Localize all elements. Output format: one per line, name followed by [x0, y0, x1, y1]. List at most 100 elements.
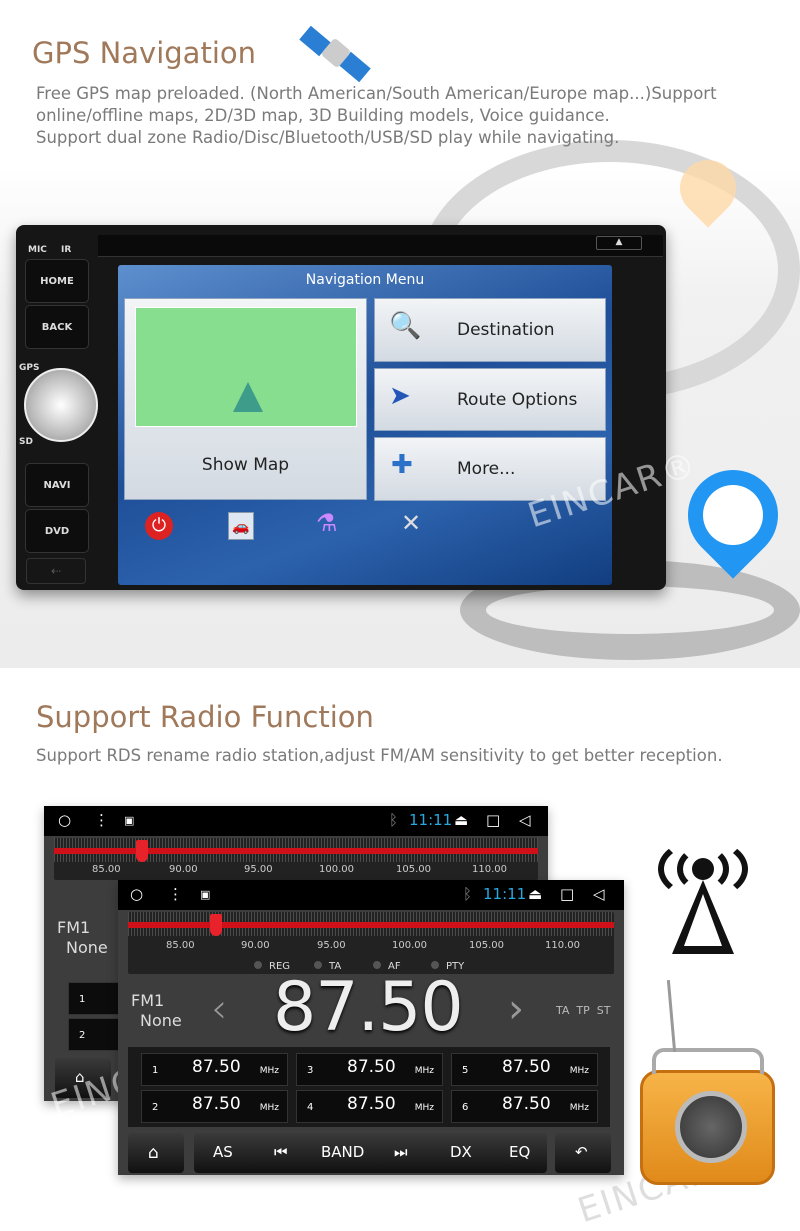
- gps-label: GPS: [19, 363, 40, 373]
- scale-label: 95.00: [244, 864, 273, 875]
- radio-description: Support RDS rename radio station,adjust …: [36, 746, 723, 765]
- rds-flags: TA TP ST: [556, 1004, 611, 1017]
- volume-knob[interactable]: [24, 368, 98, 442]
- power-icon[interactable]: ⏻: [145, 512, 173, 540]
- gps-description-line: Support dual zone Radio/Disc/Bluetooth/U…: [36, 128, 620, 147]
- back-nav-icon[interactable]: ◁: [593, 885, 605, 903]
- radio-tower-icon: [650, 838, 755, 958]
- usb-port-icon: ⇠: [26, 558, 86, 584]
- tuner-scale[interactable]: 85.00 90.00 95.00 100.00 105.00 110.00: [54, 838, 538, 880]
- scale-label: 90.00: [241, 940, 270, 951]
- tuner-scale[interactable]: 85.00 90.00 95.00 100.00 105.00 110.00 R…: [128, 912, 614, 974]
- status-bar: ○ ⋮ ▣ ᛒ 11:11 ⏏ □ ◁: [118, 880, 624, 910]
- image-icon: ▣: [124, 814, 135, 827]
- prev-track-icon[interactable]: ⏮: [274, 1143, 288, 1161]
- flask-icon[interactable]: ⚗: [316, 509, 338, 537]
- more-label: More...: [457, 459, 516, 479]
- navigation-menu-title: Navigation Menu: [305, 272, 425, 288]
- preset-button[interactable]: 5 87.50 MHz: [451, 1053, 598, 1086]
- prev-station-button[interactable]: ‹: [211, 986, 227, 1032]
- home-icon: ⌂: [148, 1143, 159, 1163]
- menu-dots-icon[interactable]: ⋮: [168, 885, 183, 903]
- eq-button[interactable]: EQ: [509, 1143, 530, 1161]
- navi-button[interactable]: NAVI: [25, 463, 89, 507]
- gps-description-line: Free GPS map preloaded. (North American/…: [36, 84, 717, 103]
- radio-screen: ○ ⋮ ▣ ᛒ 11:11 ⏏ □ ◁ 85.00 90.00 95.00 10…: [118, 880, 624, 1175]
- position-arrow-icon: [233, 382, 263, 412]
- route-icon: ➤: [389, 381, 411, 411]
- next-track-icon[interactable]: ⏭: [394, 1143, 408, 1161]
- station-label: None: [66, 938, 108, 957]
- tools-icon[interactable]: ✕: [401, 509, 421, 537]
- band-label: FM1: [57, 918, 91, 937]
- dvd-button[interactable]: DVD: [25, 509, 89, 553]
- eject-icon[interactable]: ⏏: [528, 885, 542, 903]
- scale-label: 85.00: [92, 864, 121, 875]
- traffic-icon[interactable]: 🚗: [228, 512, 254, 540]
- scale-label: 105.00: [396, 864, 431, 875]
- puzzle-icon: ✚: [391, 450, 413, 480]
- preset-button[interactable]: 3 87.50 MHz: [296, 1053, 443, 1086]
- band-label: FM1: [131, 991, 165, 1010]
- image-icon: ▣: [200, 888, 211, 901]
- magnifier-icon: 🔍: [389, 311, 422, 341]
- sd-label: SD: [19, 437, 33, 447]
- back-nav-icon[interactable]: ◁: [519, 811, 531, 829]
- return-icon: ↶: [575, 1143, 588, 1161]
- back-button[interactable]: BACK: [25, 305, 89, 349]
- bluetooth-icon: ᛒ: [463, 885, 473, 903]
- return-button[interactable]: ↶: [555, 1133, 611, 1173]
- satellite-icon: [299, 18, 372, 83]
- as-button[interactable]: AS: [213, 1143, 233, 1161]
- radio-antenna: [666, 980, 677, 1052]
- control-bar: AS ⏮ BAND ⏭ DX EQ: [194, 1133, 547, 1173]
- gps-title: GPS Navigation: [32, 36, 256, 70]
- scale-label: 110.00: [472, 864, 507, 875]
- preset-button[interactable]: 2 87.50 MHz: [141, 1090, 288, 1123]
- bluetooth-icon: ᛒ: [389, 811, 399, 829]
- circle-icon[interactable]: ○: [58, 811, 71, 829]
- scale-label: 100.00: [392, 940, 427, 951]
- route-options-label: Route Options: [457, 389, 578, 410]
- home-button[interactable]: ⌂: [128, 1133, 184, 1173]
- preset-panel: 1 87.50 MHz 2 87.50 MHz 3 87.50 MHz 4 87.50 MHz …: [128, 1047, 610, 1127]
- show-map-label: Show Map: [201, 455, 290, 475]
- eject-button[interactable]: ▲: [596, 236, 642, 250]
- preset-button[interactable]: 4 87.50 MHz: [296, 1090, 443, 1123]
- circle-icon[interactable]: ○: [130, 885, 143, 903]
- disc-slot: [98, 235, 663, 257]
- gps-description-line: online/offline maps, 2D/3D map, 3D Build…: [36, 106, 610, 125]
- home-button[interactable]: HOME: [25, 259, 89, 303]
- navigation-screen: Navigation Menu Show Map 🔍 Destination ➤…: [118, 265, 612, 585]
- preset-button[interactable]: 6 87.50 MHz: [451, 1090, 598, 1123]
- clock: 11:11: [483, 885, 527, 903]
- preset-button[interactable]: 1 87.50 MHz: [141, 1053, 288, 1086]
- frequency-display: 87.50: [273, 968, 464, 1047]
- tuner-marker[interactable]: [210, 914, 222, 936]
- route-options-button[interactable]: ➤ Route Options: [374, 368, 606, 431]
- destination-button[interactable]: 🔍 Destination: [374, 298, 606, 362]
- recents-icon[interactable]: □: [560, 885, 574, 903]
- map-preview: [135, 307, 357, 427]
- show-map-button[interactable]: Show Map: [124, 298, 367, 500]
- eject-icon[interactable]: ⏏: [454, 811, 468, 829]
- scale-label: 100.00: [319, 864, 354, 875]
- scale-label: 105.00: [469, 940, 504, 951]
- clock: 11:11: [409, 811, 453, 829]
- scale-label: 110.00: [545, 940, 580, 951]
- next-station-button[interactable]: ›: [508, 986, 524, 1032]
- dx-button[interactable]: DX: [450, 1143, 472, 1161]
- menu-dots-icon[interactable]: ⋮: [94, 811, 109, 829]
- station-label: None: [140, 1011, 182, 1030]
- mic-label: MIC: [28, 245, 47, 255]
- radio-image: [640, 1070, 775, 1185]
- radio-title: Support Radio Function: [36, 700, 374, 734]
- scale-label: 90.00: [169, 864, 198, 875]
- band-button[interactable]: BAND: [321, 1143, 364, 1161]
- ir-label: IR: [61, 245, 72, 255]
- scale-label: 85.00: [166, 940, 195, 951]
- destination-label: Destination: [457, 320, 555, 340]
- recents-icon[interactable]: □: [486, 811, 500, 829]
- radio-handle: [652, 1048, 764, 1074]
- scale-label: 95.00: [317, 940, 346, 951]
